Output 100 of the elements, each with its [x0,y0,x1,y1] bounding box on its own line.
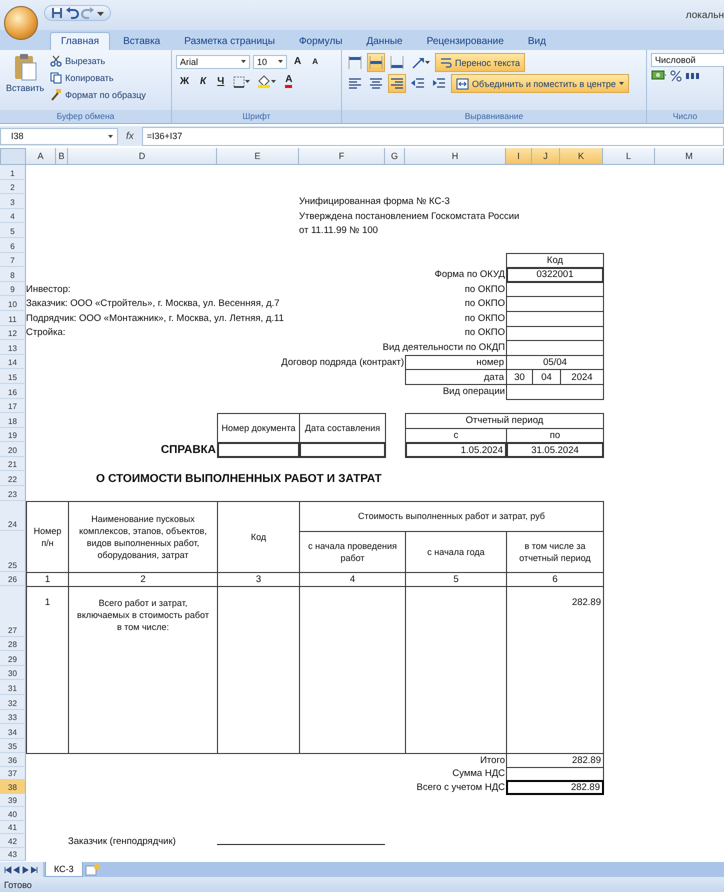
font-field[interactable]: Arial [176,54,250,68]
row-header[interactable]: 2 [0,180,26,194]
row-header[interactable]: 40 [0,807,26,821]
row-header[interactable]: 43 [0,848,26,862]
column-header[interactable]: I [506,148,532,165]
row-header[interactable]: 16 [0,384,26,398]
row-header[interactable]: 42 [0,834,26,848]
ribbon-command[interactable]: Копировать [50,70,146,85]
column-header[interactable]: J [532,148,560,165]
field-label: Форма по ОКУД [434,268,505,280]
column-header[interactable]: K [560,148,603,165]
row-header[interactable]: 20 [0,442,26,457]
row-header[interactable]: 32 [0,695,26,710]
dropdown-icon[interactable] [97,10,104,16]
ribbon-tab[interactable]: Данные [355,32,414,50]
merge-center-button[interactable]: Объединить и поместить в центре [451,74,629,93]
row-header[interactable]: 39 [0,794,26,808]
row-header[interactable]: 30 [0,666,26,680]
row-header[interactable]: 1 [0,165,26,180]
row-header[interactable]: 37 [0,766,26,780]
ribbon-command[interactable]: Вырезать [50,53,146,68]
office-button[interactable] [4,6,38,40]
name-box[interactable]: I38 [0,128,118,144]
row-header[interactable]: 19 [0,428,26,442]
next-sheet-icon[interactable] [22,866,30,874]
column-header[interactable]: E [217,148,299,165]
column-header[interactable]: D [68,148,217,165]
column-header[interactable]: H [405,148,506,165]
row-header[interactable]: 11 [0,310,26,326]
ribbon-tab[interactable]: Вставка [112,32,172,50]
window-title: локальн [686,10,724,20]
ribbon-tab[interactable]: Формулы [288,32,354,50]
insert-function-button[interactable]: fx [122,130,138,142]
row-header[interactable]: 7 [0,252,26,268]
shrink-font-button[interactable]: A [308,53,322,70]
row-header[interactable]: 10 [0,296,26,311]
party-text: Подрядчик: ООО «Монтажник», г. Москва, ул. Летняя, д.11 [26,312,284,324]
first-sheet-icon[interactable] [4,866,12,874]
row-header[interactable]: 33 [0,710,26,724]
column-header[interactable]: A [26,148,56,165]
bold-button[interactable]: Ж [176,73,194,90]
column-header[interactable]: M [655,148,724,165]
row-header[interactable]: 25 [0,530,26,572]
ribbon-tab[interactable]: Рецензирование [416,32,515,50]
vertical-align-button[interactable] [367,53,385,72]
formula-field[interactable]: =I36+I37 [142,126,724,146]
column-header[interactable]: B [56,148,68,165]
row-header[interactable]: 15 [0,369,26,384]
row-header[interactable]: 35 [0,738,26,754]
ribbon-command[interactable]: Формат по образцу [50,87,146,102]
ribbon-tab[interactable]: Главная [50,32,110,50]
currency-icon[interactable] [651,69,667,82]
sheet-tab[interactable]: КС-3 [45,862,83,877]
row-header[interactable]: 13 [0,340,26,355]
new-sheet-icon[interactable] [84,864,101,876]
row-header[interactable]: 9 [0,282,26,296]
row-header[interactable]: 34 [0,724,26,739]
italic-button[interactable]: К [196,73,210,90]
row-header[interactable]: 28 [0,636,26,652]
column-header[interactable]: G [385,148,405,165]
column-header[interactable]: L [603,148,655,165]
font-color-button[interactable]: A [281,73,296,90]
row-header[interactable]: 27 [0,586,26,637]
ribbon-tab[interactable]: Вид [516,32,557,50]
row-header[interactable]: 14 [0,354,26,370]
table-cell: 1.05.2024 [405,442,507,458]
row-header[interactable]: 23 [0,486,26,501]
row-header[interactable]: 6 [0,238,26,253]
underline-button[interactable]: Ч [213,73,228,90]
row-header[interactable]: 41 [0,820,26,834]
row-header[interactable]: 36 [0,753,26,767]
last-sheet-icon[interactable] [31,866,39,874]
row-header[interactable]: 8 [0,267,26,282]
grow-font-button[interactable]: A [290,53,306,70]
row-header[interactable]: 38 [0,780,26,794]
row-header[interactable]: 29 [0,651,26,666]
row-header[interactable]: 5 [0,223,26,238]
row-header[interactable]: 3 [0,194,26,209]
row-header[interactable]: 22 [0,471,26,486]
undo-icon[interactable] [65,7,79,19]
row-header[interactable]: 12 [0,326,26,340]
row-header[interactable]: 21 [0,456,26,472]
ribbon-tab[interactable]: Разметка страницы [173,32,286,50]
vertical-align-button[interactable] [388,53,406,72]
paste-button[interactable]: Вставить [4,53,46,93]
row-header[interactable]: 4 [0,208,26,224]
horizontal-align-button[interactable] [388,74,406,93]
vertical-align-button[interactable] [346,53,364,72]
number-format-field[interactable]: Числовой [651,53,724,67]
row-header[interactable]: 17 [0,398,26,414]
column-header[interactable]: F [299,148,385,165]
wrap-text-button[interactable]: Перенос текста [435,53,526,72]
previous-sheet-icon[interactable] [13,866,21,874]
font-size-field[interactable]: 10 [253,54,287,68]
row-header[interactable]: 31 [0,680,26,696]
row-header[interactable]: 18 [0,413,26,428]
table-cell: 1 [26,586,69,754]
percent-icon[interactable] [670,70,682,82]
row-header[interactable]: 26 [0,572,26,586]
row-header[interactable]: 24 [0,500,26,531]
